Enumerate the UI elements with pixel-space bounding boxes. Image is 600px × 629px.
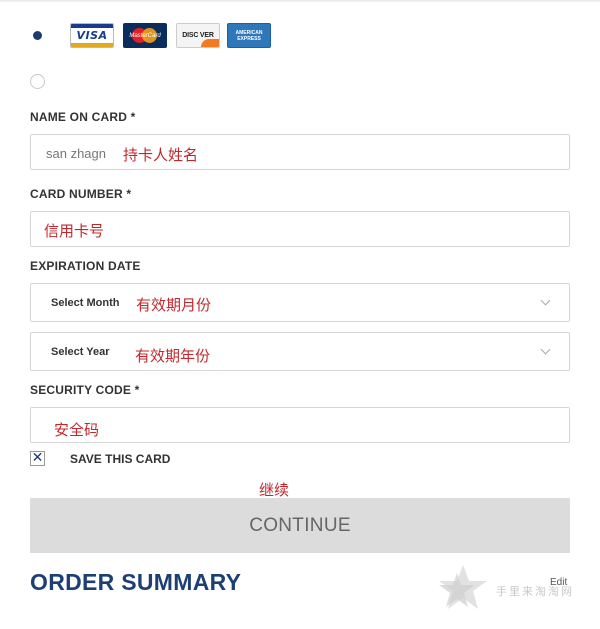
alternate-payment-radio[interactable] [30,74,45,89]
expiration-month-annotation: 有效期月份 [136,296,212,314]
chevron-down-icon [540,344,551,355]
mastercard-logo-icon: MasterCard [123,23,167,48]
discover-logo-text: DISC VER [182,32,214,39]
visa-logo-icon: VISA [70,23,114,48]
card-payment-radio[interactable] [30,28,45,43]
card-number-label: CARD NUMBER * [30,187,132,201]
visa-logo-text: VISA [76,29,108,42]
watermark-star-icon [439,565,487,609]
card-number-input[interactable]: 信用卡号 [30,211,570,247]
chevron-down-icon [540,295,551,306]
expiration-year-select[interactable]: Select Year 有效期年份 [30,332,570,371]
order-summary-title: ORDER SUMMARY [30,569,242,595]
security-code-input[interactable]: 安全码 [30,407,570,443]
name-on-card-input[interactable]: san zhagn 持卡人姓名 [30,134,570,170]
expiration-date-label: EXPIRATION DATE [30,259,141,273]
expiration-year-value: Select Year [51,346,110,358]
save-card-checkbox[interactable]: ✕ [30,451,45,466]
continue-annotation: 继续 [259,481,290,499]
name-on-card-value: san zhagn [46,146,106,161]
mastercard-logo-text: MasterCard [129,32,161,39]
security-code-label: SECURITY CODE * [30,383,140,397]
discover-logo-icon: DISC VER [176,23,220,48]
amex-logo-icon: AMERICAN EXPRESS [227,23,271,48]
card-number-annotation: 信用卡号 [44,222,105,240]
top-shadow [0,0,600,3]
save-card-label: SAVE THIS CARD [70,452,171,466]
name-on-card-annotation: 持卡人姓名 [123,146,199,164]
continue-button[interactable]: CONTINUE [30,498,570,553]
expiration-year-annotation: 有效期年份 [135,347,211,365]
security-code-annotation: 安全码 [54,421,100,439]
amex-logo-line2: EXPRESS [237,35,261,42]
name-on-card-label: NAME ON CARD * [30,110,136,124]
expiration-month-select[interactable]: Select Month 有效期月份 [30,283,570,322]
expiration-month-value: Select Month [51,297,120,309]
watermark-text: 手里来淘淘网 [496,585,574,598]
